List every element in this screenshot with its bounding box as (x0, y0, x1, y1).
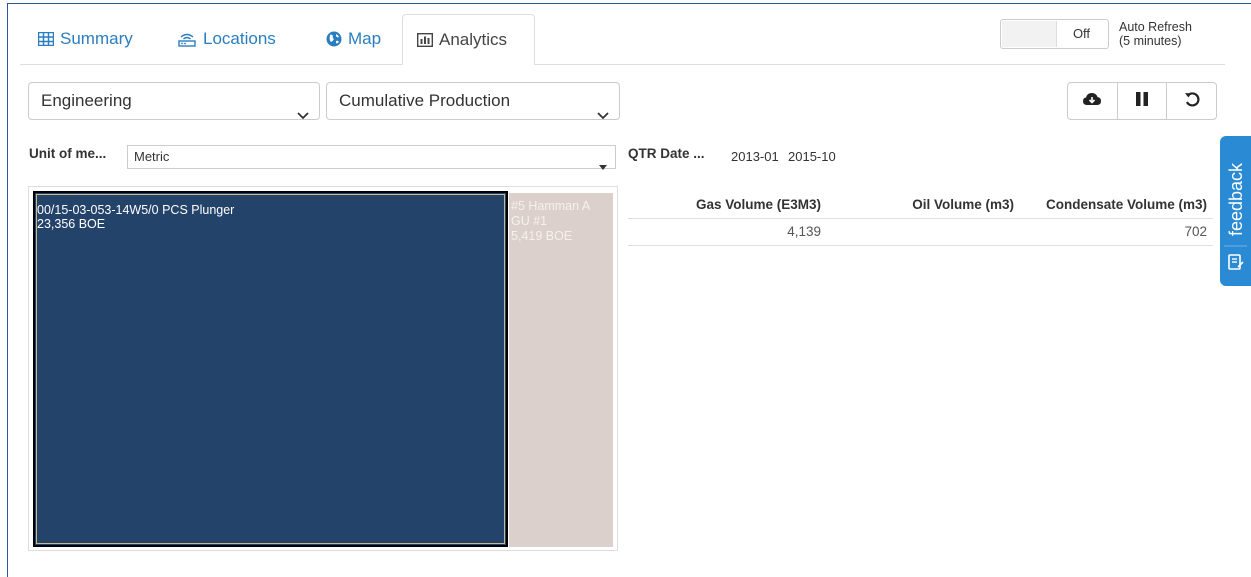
tab-map[interactable]: Map (312, 14, 395, 64)
metric-select-value: Cumulative Production (339, 91, 511, 110)
treemap-cell[interactable]: #5 Hamman A GU #1 5,419 BOE (509, 193, 613, 547)
toolbar-buttons (1067, 82, 1217, 120)
toggle-knob (1002, 21, 1057, 47)
tab-analytics[interactable]: Analytics (402, 14, 535, 65)
qtr-date-from[interactable]: 2013-01 (731, 149, 784, 164)
auto-refresh-label-line2: (5 minutes) (1119, 34, 1182, 48)
note-edit-icon (1228, 254, 1244, 275)
treemap-cell-title: 00/15-03-053-14W5/0 PCS Plunger (37, 203, 235, 217)
feedback-button[interactable]: feedback (1220, 136, 1251, 286)
table-header-condensate: Condensate Volume (m3) (1045, 197, 1207, 212)
qtr-date-to[interactable]: 2015-10 (788, 149, 844, 164)
chevron-down-icon (297, 97, 309, 133)
table-header-oil: Oil Volume (m3) (912, 197, 1014, 212)
toggle-state: Off (1072, 26, 1091, 41)
reset-button[interactable] (1167, 83, 1216, 119)
volume-table: Gas Volume (E3M3) Oil Volume (m3) Conden… (628, 192, 1213, 246)
cloud-download-icon (1082, 91, 1102, 112)
pause-button[interactable] (1118, 83, 1168, 119)
treemap-chart: 00/15-03-053-14W5/0 PCS Plunger 23,356 B… (28, 186, 618, 551)
uom-label: Unit of me... (29, 146, 107, 161)
uom-select[interactable]: Metric (127, 145, 616, 170)
bar-chart-icon (417, 32, 433, 47)
metric-select[interactable]: Cumulative Production (326, 82, 620, 120)
table-icon (38, 32, 54, 46)
treemap-cell-subtitle: GU #1 (511, 214, 548, 228)
uom-select-value: Metric (134, 149, 170, 164)
tab-summary[interactable]: Summary (24, 14, 147, 64)
treemap-cell-value: 5,419 BOE (511, 229, 573, 243)
download-button[interactable] (1068, 83, 1118, 119)
view-select[interactable]: Engineering (28, 82, 320, 120)
table-cell-gas: 4,139 (787, 224, 821, 239)
qtr-date-label: QTR Date ... (628, 146, 705, 161)
table-cell-condensate: 702 (1184, 224, 1207, 239)
pause-icon (1135, 91, 1149, 112)
table-cell-oil (821, 219, 1014, 245)
treemap-cell-value: 23,356 BOE (37, 217, 106, 231)
tab-map-label: Map (348, 29, 382, 48)
table-header-gas: Gas Volume (E3M3) (695, 197, 821, 212)
globe-icon (326, 31, 342, 47)
tab-summary-label: Summary (60, 29, 133, 48)
auto-refresh-label-line1: Auto Refresh (1119, 20, 1192, 34)
caret-down-icon (599, 155, 607, 177)
treemap-cell-title: #5 Hamman A (511, 199, 591, 213)
tab-locations-label: Locations (203, 29, 276, 48)
tab-analytics-label: Analytics (439, 29, 508, 49)
table-header-row: Gas Volume (E3M3) Oil Volume (m3) Conden… (628, 192, 1213, 219)
tab-locations[interactable]: Locations (163, 14, 290, 64)
undo-icon (1184, 91, 1200, 112)
auto-refresh-toggle[interactable]: Off (1000, 19, 1109, 49)
feedback-label: feedback (1226, 162, 1246, 236)
table-row: 4,139 702 (628, 219, 1213, 246)
auto-refresh-label: Auto Refresh (5 minutes) (1119, 20, 1192, 48)
treemap-cell[interactable]: 00/15-03-053-14W5/0 PCS Plunger 23,356 B… (33, 191, 508, 547)
router-icon (177, 31, 197, 47)
view-select-value: Engineering (41, 91, 132, 110)
chevron-down-icon (597, 97, 609, 133)
